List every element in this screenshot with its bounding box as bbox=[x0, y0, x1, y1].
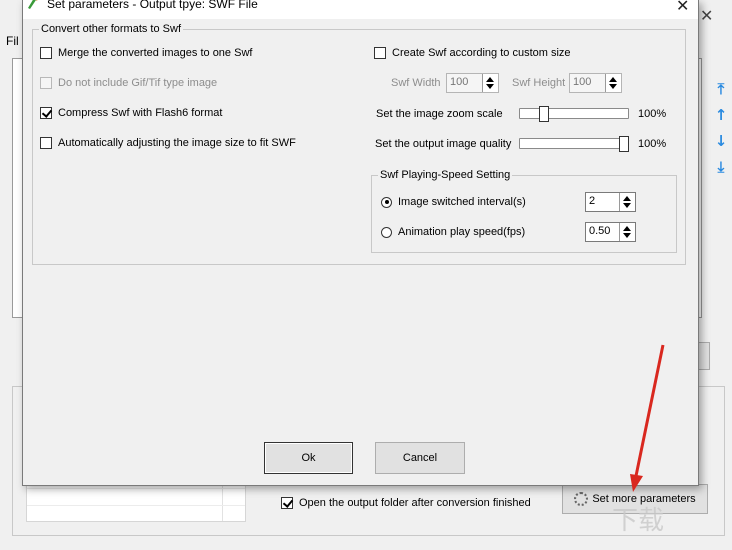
move-up-icon[interactable]: ↑ bbox=[713, 106, 729, 124]
swf-height-value[interactable]: 100 bbox=[570, 74, 605, 92]
zoom-slider-track[interactable] bbox=[519, 108, 629, 119]
move-top-icon[interactable]: ⤒ bbox=[713, 80, 729, 98]
move-down-icon[interactable]: ↓ bbox=[713, 132, 729, 150]
menu-file[interactable]: Fil bbox=[6, 34, 19, 48]
dialog-titlebar: Set parameters - Output tpye: SWF File ✕ bbox=[23, 0, 698, 19]
compress-label: Compress Swf with Flash6 format bbox=[58, 107, 223, 119]
merge-check[interactable] bbox=[40, 47, 52, 59]
zoom-scale-value: 100% bbox=[638, 108, 667, 120]
gear-icon bbox=[574, 492, 589, 506]
open-output-folder-checkbox[interactable]: Open the output folder after conversion … bbox=[281, 497, 531, 509]
set-parameters-dialog: Set parameters - Output tpye: SWF File ✕… bbox=[22, 0, 699, 486]
compress-check[interactable] bbox=[40, 107, 52, 119]
interval-radio[interactable]: Image switched interval(s) bbox=[381, 196, 526, 208]
swf-height-label: Swf Height bbox=[512, 77, 566, 89]
quality-slider[interactable] bbox=[519, 136, 629, 152]
spin-icon[interactable] bbox=[619, 193, 635, 211]
move-bottom-icon[interactable]: ⤓ bbox=[713, 158, 729, 176]
cancel-button[interactable]: Cancel bbox=[375, 442, 465, 474]
open-output-check[interactable] bbox=[281, 497, 293, 509]
spin-icon[interactable] bbox=[482, 74, 498, 92]
open-output-label: Open the output folder after conversion … bbox=[299, 497, 531, 509]
swf-width-value[interactable]: 100 bbox=[447, 74, 482, 92]
spin-icon[interactable] bbox=[619, 223, 635, 241]
swf-width-stepper[interactable]: 100 bbox=[446, 73, 499, 93]
no-gif-label: Do not include Gif/Tif type image bbox=[58, 77, 218, 89]
fps-radio-dot[interactable] bbox=[381, 226, 392, 238]
auto-adjust-checkbox[interactable]: Automatically adjusting the image size t… bbox=[40, 137, 296, 149]
convert-group-title: Convert other formats to Swf bbox=[39, 23, 183, 35]
zoom-scale-label: Set the image zoom scale bbox=[376, 108, 503, 120]
auto-adjust-check[interactable] bbox=[40, 137, 52, 149]
spin-icon[interactable] bbox=[605, 74, 621, 92]
fps-value[interactable]: 0.50 bbox=[586, 223, 619, 241]
auto-adjust-label: Automatically adjusting the image size t… bbox=[58, 137, 296, 149]
swf-height-stepper[interactable]: 100 bbox=[569, 73, 622, 93]
quality-value: 100% bbox=[638, 138, 667, 150]
zoom-scale-slider[interactable] bbox=[519, 106, 629, 122]
speed-group-title: Swf Playing-Speed Setting bbox=[378, 169, 513, 181]
merge-label: Merge the converted images to one Swf bbox=[58, 47, 253, 59]
interval-radio-dot[interactable] bbox=[381, 196, 392, 208]
fps-label: Animation play speed(fps) bbox=[398, 226, 526, 238]
merge-checkbox[interactable]: Merge the converted images to one Swf bbox=[40, 47, 252, 59]
interval-value[interactable]: 2 bbox=[586, 193, 619, 211]
fps-stepper[interactable]: 0.50 bbox=[585, 222, 636, 242]
close-icon[interactable]: ✕ bbox=[676, 0, 689, 15]
custom-size-label: Create Swf according to custom size bbox=[392, 47, 571, 59]
reorder-controls: ⤒ ↑ ↓ ⤓ bbox=[713, 80, 731, 184]
quality-slider-thumb[interactable] bbox=[619, 136, 629, 152]
quality-label: Set the output image quality bbox=[375, 138, 512, 150]
quality-slider-track[interactable] bbox=[519, 138, 629, 149]
fps-radio[interactable]: Animation play speed(fps) bbox=[381, 226, 525, 238]
main-close-icon[interactable]: ✕ bbox=[700, 6, 713, 25]
watermark-logo: 下载 bbox=[612, 506, 665, 536]
interval-label: Image switched interval(s) bbox=[398, 196, 526, 208]
custom-size-checkbox[interactable]: Create Swf according to custom size bbox=[374, 47, 571, 59]
app-icon bbox=[28, 0, 38, 9]
no-gif-check[interactable] bbox=[40, 77, 52, 89]
swf-width-label: Swf Width bbox=[391, 77, 441, 89]
interval-stepper[interactable]: 2 bbox=[585, 192, 636, 212]
custom-size-check[interactable] bbox=[374, 47, 386, 59]
dialog-title: Set parameters - Output tpye: SWF File bbox=[47, 0, 258, 11]
zoom-slider-thumb[interactable] bbox=[539, 106, 549, 122]
compress-checkbox[interactable]: Compress Swf with Flash6 format bbox=[40, 107, 222, 119]
ok-button[interactable]: Ok bbox=[264, 442, 353, 474]
no-gif-checkbox[interactable]: Do not include Gif/Tif type image bbox=[40, 77, 217, 89]
